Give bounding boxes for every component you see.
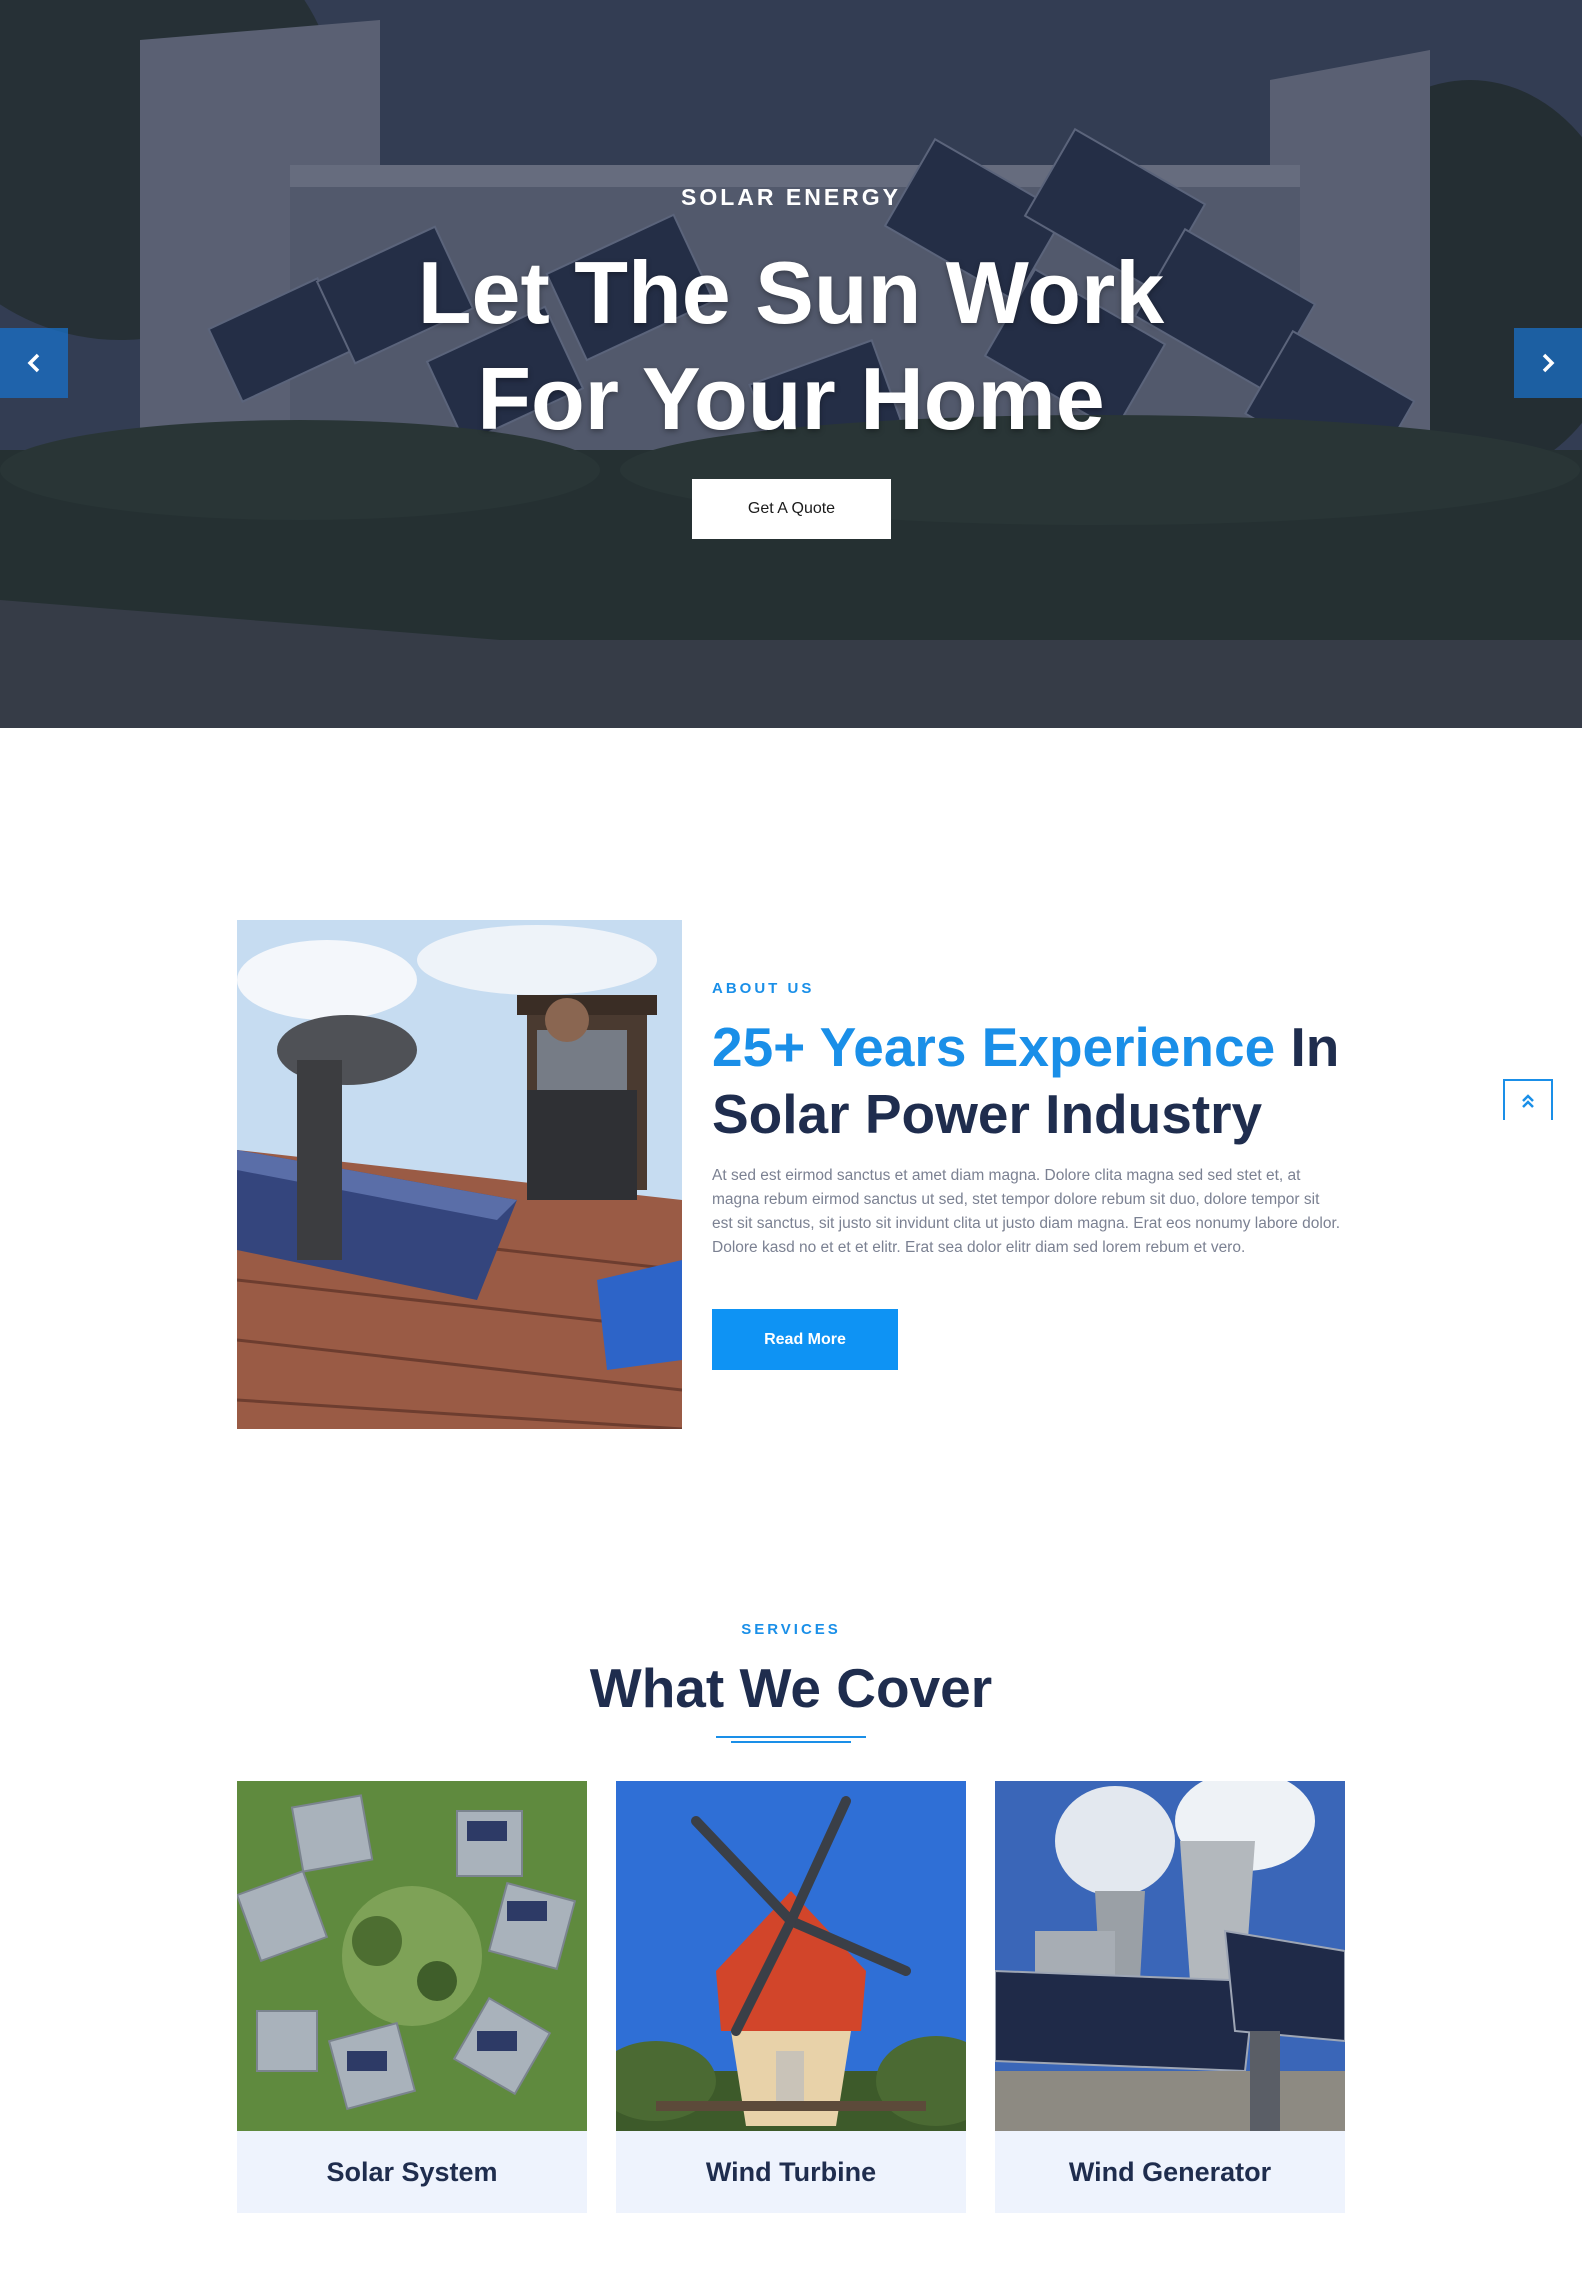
service-card-solar-system[interactable]: Solar System [237,1781,587,2213]
about-title-accent: 25+ Years Experience [712,1016,1276,1078]
hero-carousel: SOLAR ENERGY Let The Sun Work For Your H… [0,0,1582,728]
back-to-top-button[interactable] [1503,1079,1553,1120]
carousel-next-button[interactable] [1514,328,1582,398]
chevron-left-icon [27,353,40,373]
services-title: What We Cover [589,1657,993,1719]
carousel-prev-button[interactable] [0,328,68,398]
service-label: Wind Generator [995,2131,1345,2213]
service-image-wind-turbine [616,1781,966,2131]
title-divider [716,1736,866,1738]
service-image-solar-system [237,1781,587,2131]
get-a-quote-button[interactable]: Get A Quote [692,479,891,539]
services-kicker: SERVICES [741,1621,841,1638]
about-title: 25+ Years Experience In Solar Power Indu… [712,1014,1352,1148]
about-body-text: At sed est eirmod sanctus et amet diam m… [712,1167,1341,1256]
hero-title: Let The Sun Work For Your Home [417,243,1165,448]
service-image-wind-generator [995,1781,1345,2131]
chevron-right-icon [1542,353,1555,373]
hero-kicker: SOLAR ENERGY [680,184,902,210]
service-label: Wind Turbine [616,2131,966,2213]
double-chevron-up-icon [1522,1093,1534,1108]
about-image-solar-installers [237,920,682,1429]
service-card-wind-generator[interactable]: Wind Generator [995,1781,1345,2213]
service-label: Solar System [237,2131,587,2213]
about-kicker: ABOUT US [712,980,815,997]
title-divider [731,1741,851,1743]
service-card-wind-turbine[interactable]: Wind Turbine [616,1781,966,2213]
read-more-button[interactable]: Read More [712,1309,898,1370]
